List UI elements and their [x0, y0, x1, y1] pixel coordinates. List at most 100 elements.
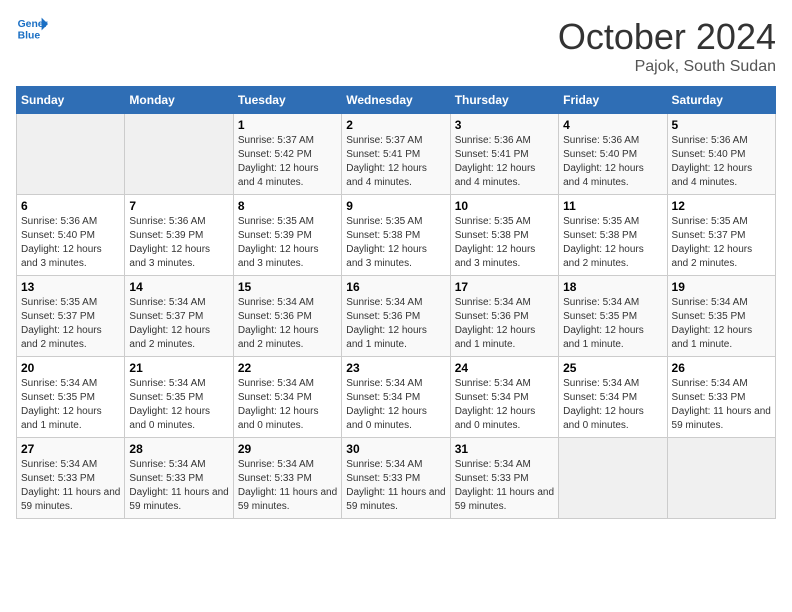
weekday-header-sunday: Sunday	[17, 87, 125, 114]
day-number: 25	[563, 361, 662, 375]
day-info: Sunrise: 5:36 AM Sunset: 5:40 PM Dayligh…	[672, 134, 771, 190]
calendar-cell: 25 Sunrise: 5:34 AM Sunset: 5:34 PM Dayli…	[559, 357, 667, 438]
day-info: Sunrise: 5:34 AM Sunset: 5:37 PM Dayligh…	[129, 296, 228, 352]
day-number: 27	[21, 442, 120, 456]
day-number: 23	[346, 361, 445, 375]
logo: General Blue	[16, 16, 48, 44]
calendar-cell	[17, 114, 125, 195]
calendar-cell	[667, 438, 775, 519]
calendar-cell: 3 Sunrise: 5:36 AM Sunset: 5:41 PM Daylig…	[450, 114, 558, 195]
day-info: Sunrise: 5:34 AM Sunset: 5:36 PM Dayligh…	[455, 296, 554, 352]
day-info: Sunrise: 5:37 AM Sunset: 5:42 PM Dayligh…	[238, 134, 337, 190]
calendar-cell: 2 Sunrise: 5:37 AM Sunset: 5:41 PM Daylig…	[342, 114, 450, 195]
day-info: Sunrise: 5:35 AM Sunset: 5:38 PM Dayligh…	[563, 215, 662, 271]
day-number: 19	[672, 280, 771, 294]
calendar-cell: 12Sunrise: 5:35 AM Sunset: 5:37 PM Dayli…	[667, 195, 775, 276]
svg-text:Blue: Blue	[18, 30, 41, 41]
day-number: 16	[346, 280, 445, 294]
day-number: 8	[238, 199, 337, 213]
weekday-header-saturday: Saturday	[667, 87, 775, 114]
weekday-header-monday: Monday	[125, 87, 233, 114]
day-info: Sunrise: 5:34 AM Sunset: 5:34 PM Dayligh…	[563, 377, 662, 433]
day-info: Sunrise: 5:34 AM Sunset: 5:35 PM Dayligh…	[129, 377, 228, 433]
weekday-header-row: SundayMondayTuesdayWednesdayThursdayFrid…	[17, 87, 776, 114]
day-info: Sunrise: 5:35 AM Sunset: 5:38 PM Dayligh…	[346, 215, 445, 271]
day-number: 24	[455, 361, 554, 375]
week-row-4: 20 Sunrise: 5:34 AM Sunset: 5:35 PM Dayli…	[17, 357, 776, 438]
week-row-2: 6 Sunrise: 5:36 AM Sunset: 5:40 PM Daylig…	[17, 195, 776, 276]
calendar-cell: 14Sunrise: 5:34 AM Sunset: 5:37 PM Dayli…	[125, 276, 233, 357]
day-number: 22	[238, 361, 337, 375]
day-number: 9	[346, 199, 445, 213]
calendar-cell: 28 Sunrise: 5:34 AM Sunset: 5:33 PM Dayli…	[125, 438, 233, 519]
week-row-1: 1 Sunrise: 5:37 AM Sunset: 5:42 PM Daylig…	[17, 114, 776, 195]
logo-icon: General Blue	[16, 16, 48, 44]
day-number: 20	[21, 361, 120, 375]
day-info: Sunrise: 5:34 AM Sunset: 5:34 PM Dayligh…	[346, 377, 445, 433]
calendar-cell: 16 Sunrise: 5:34 AM Sunset: 5:36 PM Dayli…	[342, 276, 450, 357]
day-info: Sunrise: 5:34 AM Sunset: 5:36 PM Dayligh…	[238, 296, 337, 352]
day-info: Sunrise: 5:36 AM Sunset: 5:39 PM Dayligh…	[129, 215, 228, 271]
day-number: 3	[455, 118, 554, 132]
weekday-header-wednesday: Wednesday	[342, 87, 450, 114]
day-info: Sunrise: 5:34 AM Sunset: 5:34 PM Dayligh…	[238, 377, 337, 433]
day-number: 28	[129, 442, 228, 456]
day-number: 15	[238, 280, 337, 294]
day-number: 2	[346, 118, 445, 132]
day-number: 10	[455, 199, 554, 213]
calendar-cell: 30Sunrise: 5:34 AM Sunset: 5:33 PM Dayli…	[342, 438, 450, 519]
calendar-cell: 6 Sunrise: 5:36 AM Sunset: 5:40 PM Daylig…	[17, 195, 125, 276]
day-number: 13	[21, 280, 120, 294]
day-info: Sunrise: 5:34 AM Sunset: 5:33 PM Dayligh…	[672, 377, 771, 433]
calendar-cell: 23 Sunrise: 5:34 AM Sunset: 5:34 PM Dayli…	[342, 357, 450, 438]
calendar-cell: 1 Sunrise: 5:37 AM Sunset: 5:42 PM Daylig…	[233, 114, 341, 195]
calendar-cell: 19 Sunrise: 5:34 AM Sunset: 5:35 PM Dayli…	[667, 276, 775, 357]
calendar-cell: 4Sunrise: 5:36 AM Sunset: 5:40 PM Daylig…	[559, 114, 667, 195]
week-row-3: 13 Sunrise: 5:35 AM Sunset: 5:37 PM Dayli…	[17, 276, 776, 357]
day-info: Sunrise: 5:34 AM Sunset: 5:35 PM Dayligh…	[672, 296, 771, 352]
calendar-cell: 5 Sunrise: 5:36 AM Sunset: 5:40 PM Daylig…	[667, 114, 775, 195]
month-title: October 2024	[558, 16, 776, 58]
day-info: Sunrise: 5:34 AM Sunset: 5:33 PM Dayligh…	[21, 458, 120, 514]
calendar-cell: 26Sunrise: 5:34 AM Sunset: 5:33 PM Dayli…	[667, 357, 775, 438]
calendar-cell: 7Sunrise: 5:36 AM Sunset: 5:39 PM Daylig…	[125, 195, 233, 276]
title-block: October 2024 Pajok, South Sudan	[558, 16, 776, 76]
day-info: Sunrise: 5:34 AM Sunset: 5:34 PM Dayligh…	[455, 377, 554, 433]
location-title: Pajok, South Sudan	[558, 58, 776, 76]
calendar-cell: 11 Sunrise: 5:35 AM Sunset: 5:38 PM Dayli…	[559, 195, 667, 276]
calendar-table: SundayMondayTuesdayWednesdayThursdayFrid…	[16, 86, 776, 519]
weekday-header-friday: Friday	[559, 87, 667, 114]
day-info: Sunrise: 5:34 AM Sunset: 5:36 PM Dayligh…	[346, 296, 445, 352]
day-number: 11	[563, 199, 662, 213]
calendar-cell: 31Sunrise: 5:34 AM Sunset: 5:33 PM Dayli…	[450, 438, 558, 519]
day-info: Sunrise: 5:34 AM Sunset: 5:35 PM Dayligh…	[21, 377, 120, 433]
day-number: 6	[21, 199, 120, 213]
calendar-cell: 22 Sunrise: 5:34 AM Sunset: 5:34 PM Dayli…	[233, 357, 341, 438]
calendar-cell: 15 Sunrise: 5:34 AM Sunset: 5:36 PM Dayli…	[233, 276, 341, 357]
day-number: 1	[238, 118, 337, 132]
calendar-cell: 21Sunrise: 5:34 AM Sunset: 5:35 PM Dayli…	[125, 357, 233, 438]
calendar-cell: 20 Sunrise: 5:34 AM Sunset: 5:35 PM Dayli…	[17, 357, 125, 438]
day-number: 5	[672, 118, 771, 132]
day-info: Sunrise: 5:36 AM Sunset: 5:41 PM Dayligh…	[455, 134, 554, 190]
calendar-cell: 29 Sunrise: 5:34 AM Sunset: 5:33 PM Dayli…	[233, 438, 341, 519]
calendar-cell: 24 Sunrise: 5:34 AM Sunset: 5:34 PM Dayli…	[450, 357, 558, 438]
week-row-5: 27 Sunrise: 5:34 AM Sunset: 5:33 PM Dayli…	[17, 438, 776, 519]
calendar-cell	[559, 438, 667, 519]
day-number: 12	[672, 199, 771, 213]
day-number: 31	[455, 442, 554, 456]
day-info: Sunrise: 5:35 AM Sunset: 5:39 PM Dayligh…	[238, 215, 337, 271]
day-number: 29	[238, 442, 337, 456]
calendar-cell: 27 Sunrise: 5:34 AM Sunset: 5:33 PM Dayli…	[17, 438, 125, 519]
day-info: Sunrise: 5:36 AM Sunset: 5:40 PM Dayligh…	[21, 215, 120, 271]
calendar-cell: 10Sunrise: 5:35 AM Sunset: 5:38 PM Dayli…	[450, 195, 558, 276]
day-info: Sunrise: 5:35 AM Sunset: 5:37 PM Dayligh…	[21, 296, 120, 352]
day-info: Sunrise: 5:34 AM Sunset: 5:33 PM Dayligh…	[238, 458, 337, 514]
day-info: Sunrise: 5:37 AM Sunset: 5:41 PM Dayligh…	[346, 134, 445, 190]
day-info: Sunrise: 5:34 AM Sunset: 5:33 PM Dayligh…	[129, 458, 228, 514]
calendar-cell: 17Sunrise: 5:34 AM Sunset: 5:36 PM Dayli…	[450, 276, 558, 357]
day-info: Sunrise: 5:34 AM Sunset: 5:35 PM Dayligh…	[563, 296, 662, 352]
day-info: Sunrise: 5:34 AM Sunset: 5:33 PM Dayligh…	[346, 458, 445, 514]
weekday-header-tuesday: Tuesday	[233, 87, 341, 114]
page-header: General Blue October 2024 Pajok, South S…	[16, 16, 776, 76]
